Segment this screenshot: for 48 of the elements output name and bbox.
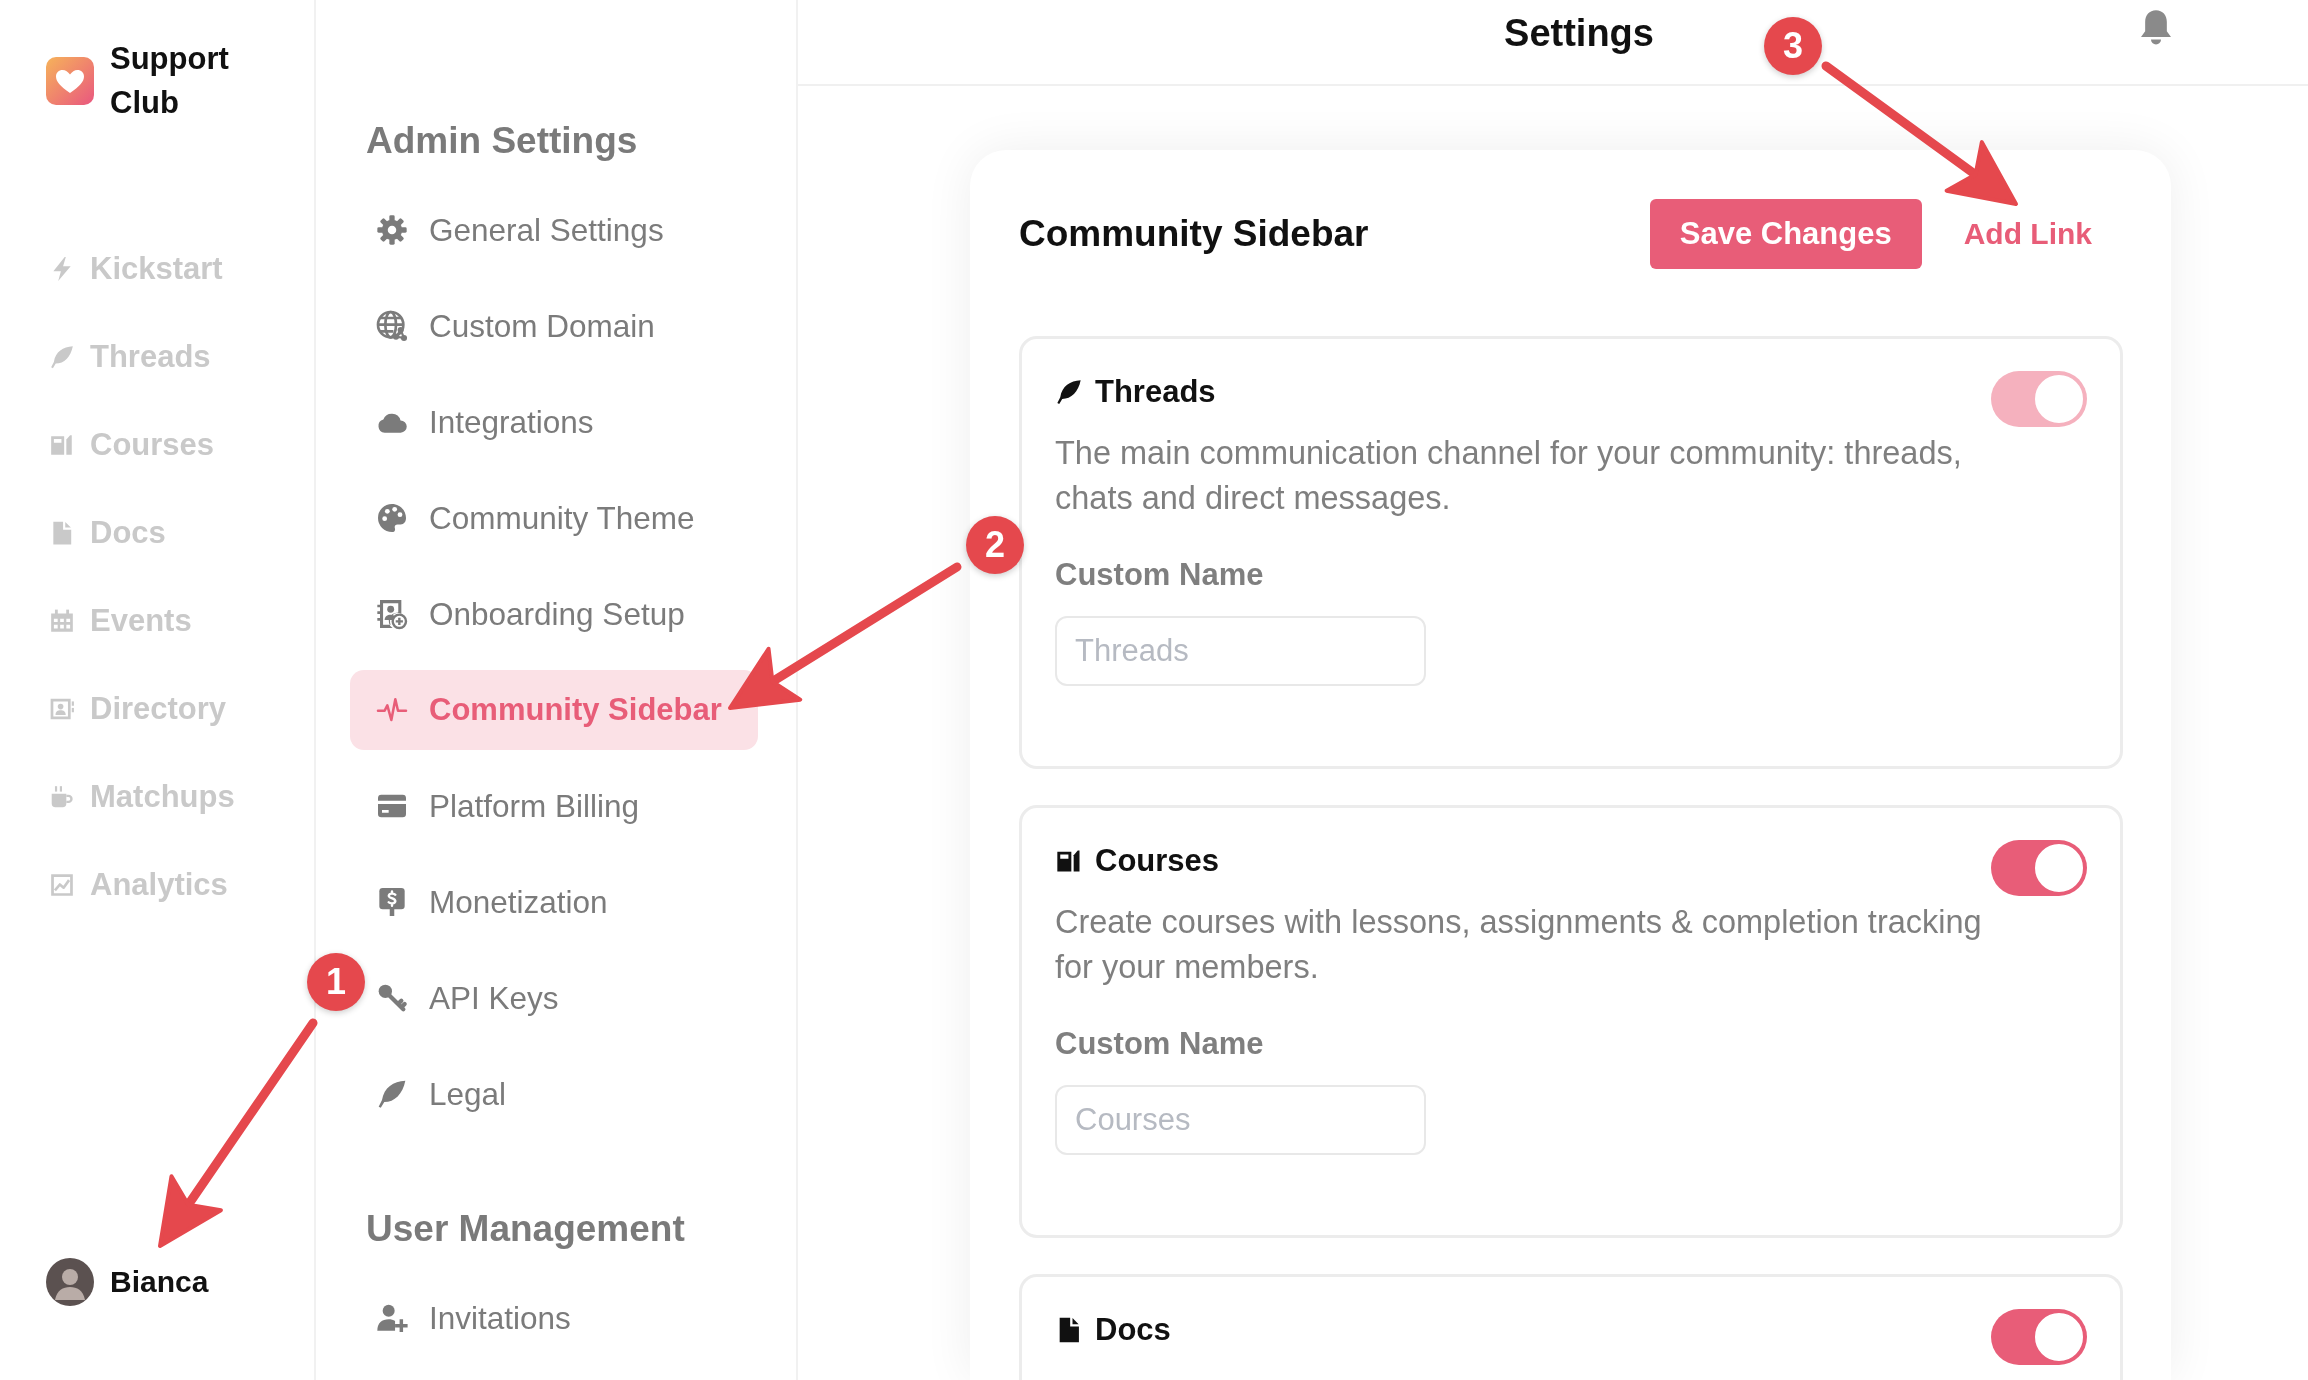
section-heading: User Management	[366, 1207, 685, 1251]
calendar-icon	[49, 608, 75, 634]
settings-menu-item[interactable]: Invitations	[376, 1278, 579, 1358]
feature-title: Threads	[1095, 374, 1216, 410]
settings-menu-item[interactable]: Platform Billing	[376, 766, 648, 846]
globe-icon	[376, 310, 408, 342]
contact-card-icon	[49, 696, 75, 722]
section-heading: Admin Settings	[366, 119, 638, 163]
save-button[interactable]: Save Changes	[1649, 199, 1922, 269]
heart-logo-icon	[46, 57, 94, 105]
toggle-switch[interactable]	[1991, 1309, 2087, 1365]
settings-menu-item[interactable]: Monetization	[376, 862, 616, 942]
input-field[interactable]: Courses	[1055, 1085, 1426, 1155]
chart-icon	[49, 872, 75, 898]
page-title: Settings	[1504, 11, 1654, 56]
feature-description: Create courses with lessons, assignments & completion tracking for your members.	[1055, 903, 1983, 987]
feather-icon	[49, 344, 75, 370]
brand-name: Support Club	[110, 40, 230, 122]
id-card-plus-icon	[376, 598, 408, 630]
settings-menu-item[interactable]: Community Theme	[376, 478, 703, 558]
settings-menu-item[interactable]: Integrations	[376, 382, 602, 462]
feature-description: The main communication channel for your community: threads, chats and direct messages.	[1055, 434, 1963, 518]
user-plus-icon	[376, 1302, 408, 1334]
settings-menu-item[interactable]: Legal	[376, 1054, 515, 1134]
add-link[interactable]: Add Link	[1947, 199, 2108, 269]
feature-title: Courses	[1095, 843, 1220, 879]
settings-menu-item[interactable]: General Settings	[376, 190, 672, 270]
feather-icon	[376, 1078, 408, 1110]
field-label: Custom Name	[1055, 1026, 1265, 1062]
mug-icon	[49, 784, 75, 810]
settings-menu-item[interactable]: Community Sidebar	[350, 670, 758, 750]
toggle-switch[interactable]	[1991, 840, 2087, 896]
key-icon	[376, 982, 408, 1014]
user-name[interactable]: Bianca	[110, 1265, 209, 1299]
palette-icon	[376, 502, 408, 534]
step-badge: 1	[307, 953, 365, 1011]
field-label: Custom Name	[1055, 557, 1265, 593]
dollar-sign-icon	[376, 886, 408, 918]
settings-menu-item[interactable]: API Keys	[376, 958, 567, 1038]
feature-title: Docs	[1095, 1312, 1171, 1348]
settings-menu-item[interactable]: Custom Domain	[376, 286, 663, 366]
avatar[interactable]	[46, 1258, 94, 1306]
card-title: Community Sidebar	[1019, 213, 1369, 255]
book-icon	[49, 432, 75, 458]
feather-icon	[1055, 378, 1083, 406]
step-badge: 3	[1764, 17, 1822, 75]
settings-icon	[376, 214, 408, 246]
settings-menu-item[interactable]: Onboarding Setup	[376, 574, 693, 654]
